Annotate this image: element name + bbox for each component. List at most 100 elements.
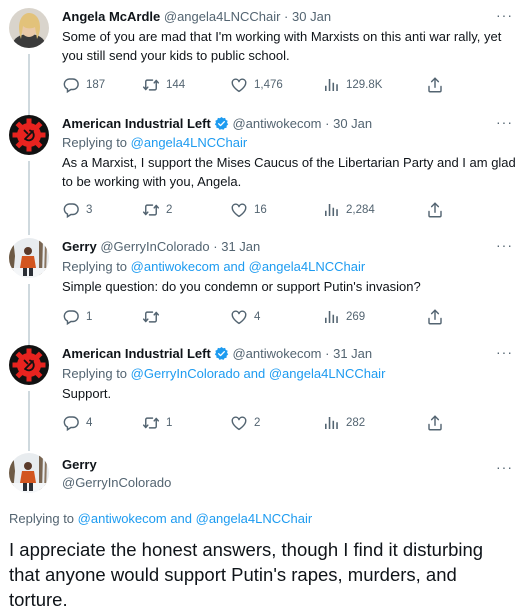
- reply-icon: [62, 76, 80, 94]
- view-count: 282: [346, 417, 366, 429]
- views-button[interactable]: 129.8K: [322, 76, 382, 94]
- share-button[interactable]: [426, 76, 450, 94]
- replying-to-link[interactable]: @GerryInColorado and @angela4LNCChair: [131, 366, 386, 381]
- share-icon: [426, 76, 444, 94]
- reply-count: 4: [86, 417, 93, 429]
- reply-button[interactable]: 4: [62, 414, 92, 432]
- verified-badge-icon: [214, 116, 229, 131]
- replying-to-link[interactable]: @angela4LNCChair: [131, 135, 248, 150]
- tweet-actions: 187 144 1,476 129.8K: [62, 76, 452, 94]
- retweet-icon: [142, 308, 160, 326]
- heart-icon: [230, 414, 248, 432]
- like-button[interactable]: 4: [230, 308, 260, 326]
- retweet-button[interactable]: 144: [142, 76, 185, 94]
- replying-prefix: Replying to: [9, 511, 78, 526]
- retweet-button[interactable]: 1: [142, 414, 172, 432]
- views-button[interactable]: 269: [322, 308, 365, 326]
- tweet-text: Some of you are mad that I'm working wit…: [62, 29, 502, 63]
- replying-to: Replying to @GerryInColorado and @angela…: [62, 365, 385, 383]
- replying-prefix: Replying to: [62, 366, 131, 381]
- retweet-button[interactable]: 2: [142, 201, 172, 219]
- heart-icon: [230, 308, 248, 326]
- share-button[interactable]: [426, 201, 450, 219]
- reply-count: 3: [86, 204, 93, 216]
- author-handle[interactable]: @GerryInColorado: [100, 239, 209, 254]
- verified-badge-icon: [214, 346, 229, 361]
- share-button[interactable]: [426, 414, 450, 432]
- retweet-count: 2: [166, 204, 173, 216]
- separator-dot: ·: [325, 116, 330, 131]
- tweet-3[interactable]: Gerry @GerryInColorado · 31 Jan ··· Repl…: [0, 238, 523, 348]
- views-icon: [322, 76, 340, 94]
- main-author-name[interactable]: Gerry: [62, 456, 97, 474]
- view-count: 129.8K: [346, 79, 383, 91]
- reply-button[interactable]: 3: [62, 201, 92, 219]
- retweet-icon: [142, 201, 160, 219]
- retweet-icon: [142, 414, 160, 432]
- share-button[interactable]: [426, 308, 450, 326]
- main-author-handle[interactable]: @GerryInColorado: [62, 474, 171, 492]
- main-tweet-text: I appreciate the honest answers, though …: [9, 539, 484, 610]
- author-name[interactable]: American Industrial Left: [62, 116, 211, 131]
- tweet-header: Angela McArdle @angela4LNCChair · 30 Jan: [62, 8, 331, 26]
- tweet-date[interactable]: 30 Jan: [333, 116, 372, 131]
- like-button[interactable]: 16: [230, 201, 267, 219]
- separator-dot: ·: [284, 9, 289, 24]
- share-icon: [426, 308, 444, 326]
- reply-button[interactable]: 1: [62, 308, 92, 326]
- tweet-actions: 1 4 269: [62, 308, 452, 326]
- tweet-date[interactable]: 30 Jan: [292, 9, 331, 24]
- tweet-actions: 3 2 16 2,284: [62, 201, 452, 219]
- reply-button[interactable]: 187: [62, 76, 105, 94]
- gear-hammer-sickle-icon: [9, 345, 49, 385]
- like-count: 16: [254, 204, 267, 216]
- more-options-icon[interactable]: ···: [496, 238, 513, 252]
- tweet-date[interactable]: 31 Jan: [333, 346, 372, 361]
- replying-to-link[interactable]: @antiwokecom and @angela4LNCChair: [78, 511, 313, 526]
- views-icon: [322, 414, 340, 432]
- author-handle[interactable]: @antiwokecom: [232, 346, 321, 361]
- share-icon: [426, 414, 444, 432]
- like-count: 2: [254, 417, 261, 429]
- author-handle[interactable]: @antiwokecom: [232, 116, 321, 131]
- avatar-american-industrial-left[interactable]: [9, 115, 49, 155]
- retweet-count: 144: [166, 79, 186, 91]
- gear-hammer-sickle-icon: [9, 115, 49, 155]
- more-options-icon[interactable]: ···: [496, 345, 513, 359]
- views-icon: [322, 201, 340, 219]
- avatar-gerry[interactable]: [9, 238, 49, 278]
- replying-prefix: Replying to: [62, 259, 131, 274]
- separator-dot: ·: [213, 239, 218, 254]
- heart-icon: [230, 76, 248, 94]
- author-name[interactable]: Angela McArdle: [62, 9, 160, 24]
- replying-to: Replying to @angela4LNCChair: [62, 134, 247, 152]
- views-button[interactable]: 282: [322, 414, 365, 432]
- avatar-gerry-main[interactable]: [9, 453, 49, 493]
- views-button[interactable]: 2,284: [322, 201, 375, 219]
- replying-to-link[interactable]: @antiwokecom and @angela4LNCChair: [131, 259, 366, 274]
- reply-icon: [62, 414, 80, 432]
- like-count: 1,476: [254, 79, 283, 91]
- main-replying-to: Replying to @antiwokecom and @angela4LNC…: [9, 510, 312, 528]
- author-name[interactable]: American Industrial Left: [62, 346, 211, 361]
- avatar-american-industrial-left[interactable]: [9, 345, 49, 385]
- author-handle[interactable]: @angela4LNCChair: [164, 9, 281, 24]
- author-name[interactable]: Gerry: [62, 239, 97, 254]
- main-more-options-icon[interactable]: ···: [496, 460, 513, 474]
- retweet-icon: [142, 76, 160, 94]
- tweet-4[interactable]: American Industrial Left @antiwokecom · …: [0, 345, 523, 451]
- avatar-angela[interactable]: [9, 8, 49, 48]
- like-button[interactable]: 1,476: [230, 76, 283, 94]
- view-count: 2,284: [346, 204, 375, 216]
- like-button[interactable]: 2: [230, 414, 260, 432]
- thread-line: [28, 284, 30, 348]
- more-options-icon[interactable]: ···: [496, 8, 513, 22]
- reply-icon: [62, 201, 80, 219]
- thread-line: [28, 391, 30, 451]
- separator-dot: ·: [325, 346, 330, 361]
- more-options-icon[interactable]: ···: [496, 115, 513, 129]
- tweet-1[interactable]: Angela McArdle @angela4LNCChair · 30 Jan…: [0, 8, 523, 118]
- tweet-date[interactable]: 31 Jan: [221, 239, 260, 254]
- tweet-2[interactable]: American Industrial Left @antiwokecom · …: [0, 115, 523, 235]
- retweet-button[interactable]: [142, 308, 166, 326]
